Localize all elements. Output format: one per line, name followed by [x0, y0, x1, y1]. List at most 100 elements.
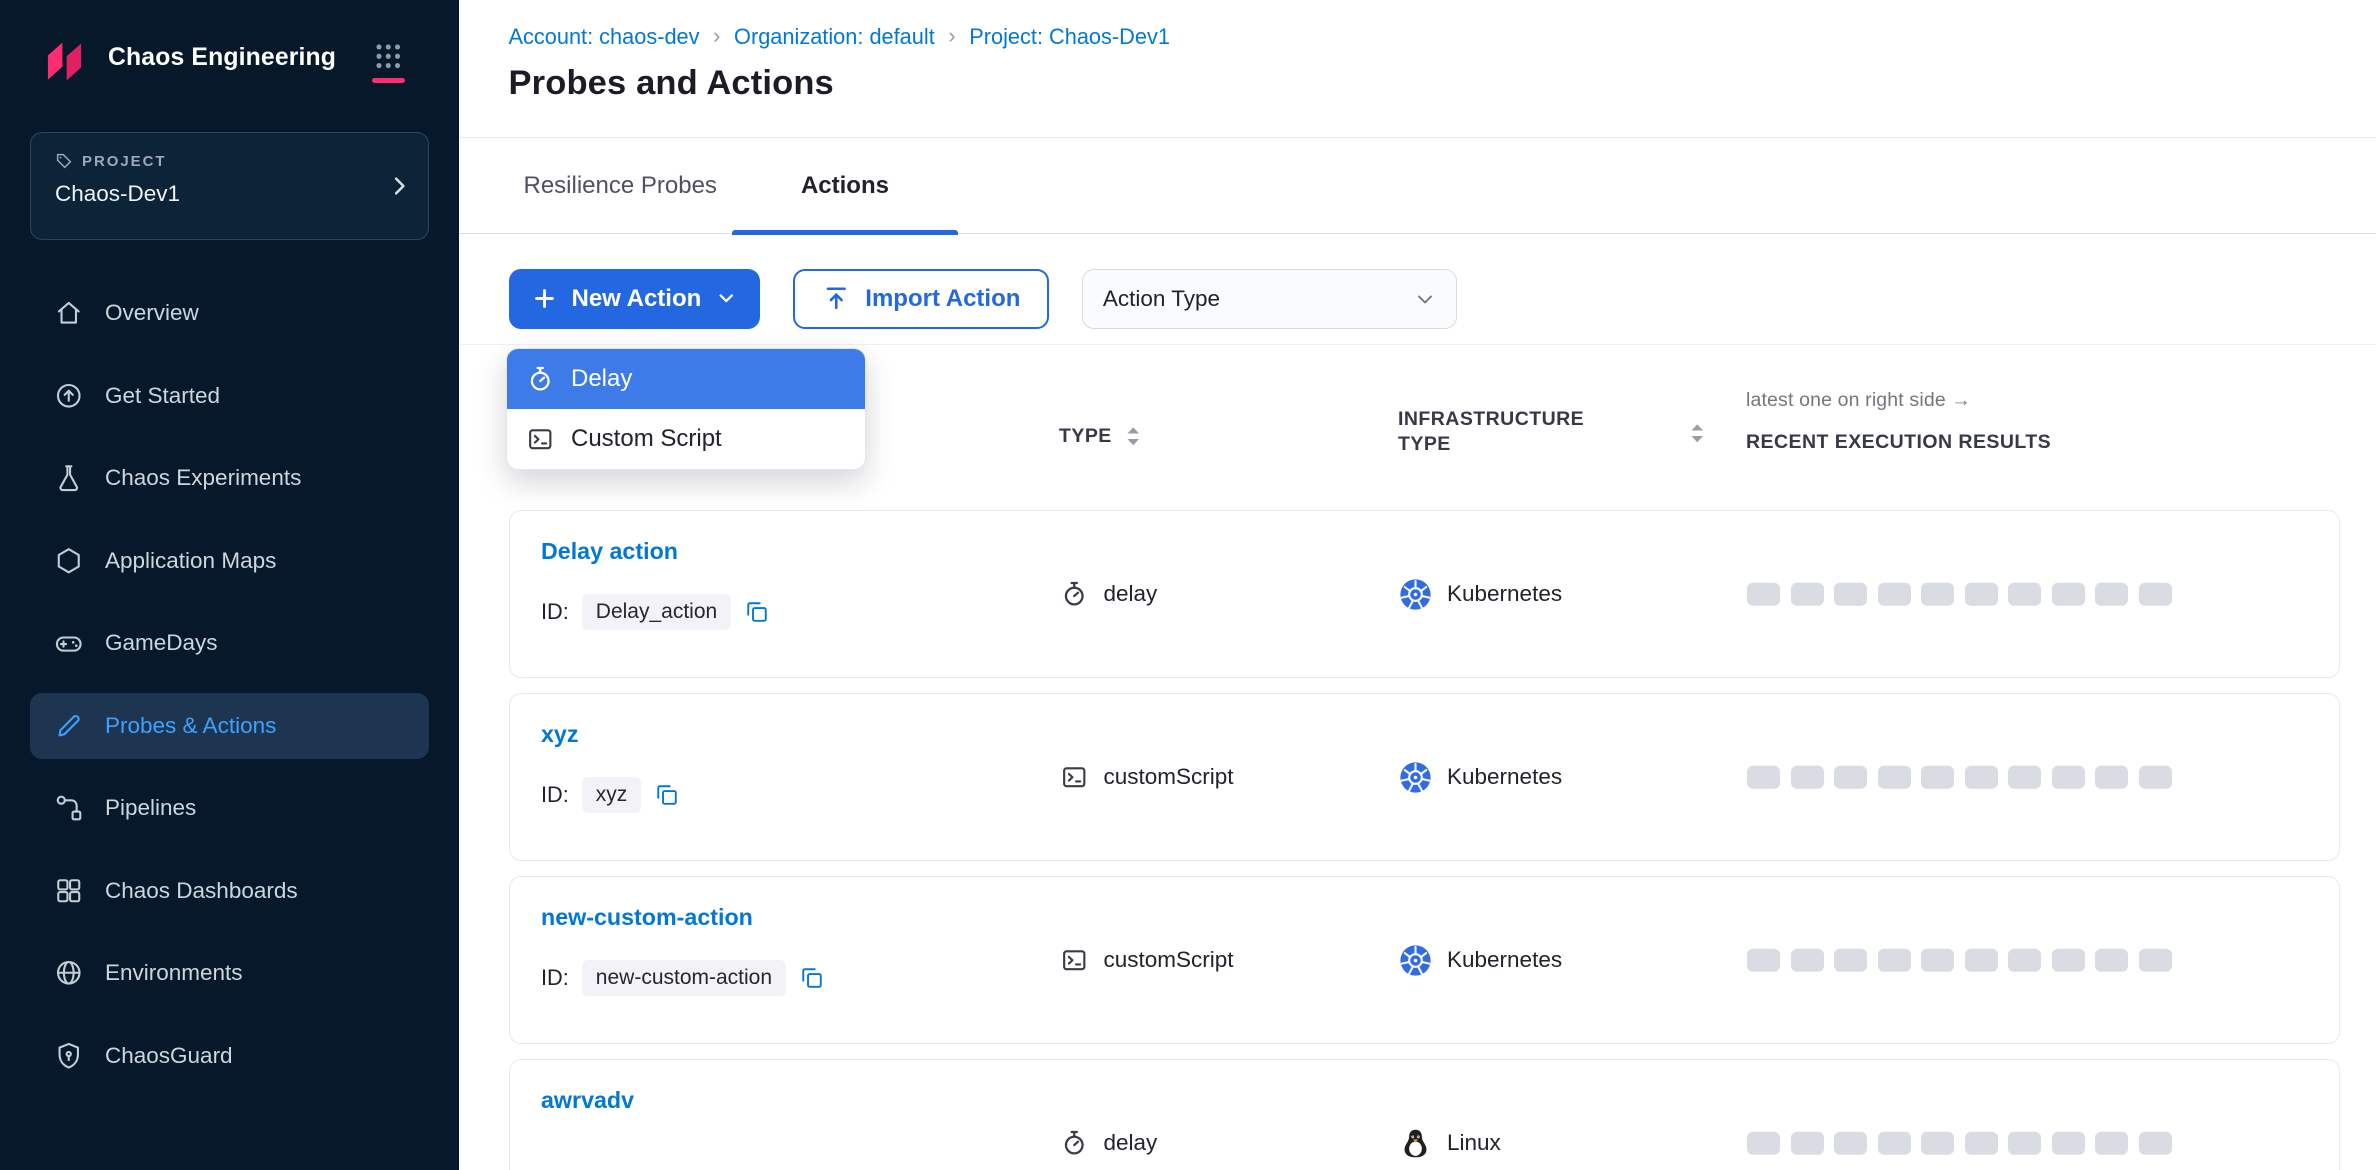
- breadcrumb-project-link[interactable]: Project: Chaos-Dev1: [969, 24, 1170, 50]
- copy-icon[interactable]: [654, 782, 680, 808]
- column-header-label: TYPE: [1059, 425, 1112, 448]
- menu-item-label: Delay: [571, 365, 632, 393]
- chevron-down-icon: [715, 287, 738, 310]
- execution-result-placeholder: [1878, 1132, 1911, 1155]
- id-chip: new-custom-action: [582, 960, 785, 996]
- copy-icon[interactable]: [799, 965, 825, 991]
- execution-result-placeholder: [2008, 766, 2041, 789]
- hexagon-icon: [53, 545, 86, 577]
- sidebar-item-chaos-experiments[interactable]: Chaos Experiments: [30, 445, 429, 511]
- menu-item-delay[interactable]: Delay: [507, 349, 865, 409]
- execution-result-placeholder: [1747, 949, 1780, 972]
- execution-result-placeholder: [2139, 949, 2172, 972]
- sidebar-item-gamedays[interactable]: GameDays: [30, 610, 429, 676]
- copy-icon[interactable]: [744, 599, 770, 625]
- execution-result-placeholder: [1921, 1132, 1954, 1155]
- new-action-button[interactable]: New Action: [509, 269, 760, 329]
- recent-execution-placeholders: [1747, 949, 2172, 972]
- sidebar-item-environments[interactable]: Environments: [30, 940, 429, 1006]
- type-cell: customScript: [1060, 694, 1234, 860]
- sidebar-item-label: Chaos Dashboards: [105, 878, 298, 904]
- flask-icon: [53, 462, 86, 494]
- infrastructure-value: Kubernetes: [1447, 581, 1562, 607]
- sidebar-item-chaos-dashboards[interactable]: Chaos Dashboards: [30, 858, 429, 924]
- id-chip: Delay_action: [582, 594, 730, 630]
- sidebar-item-label: Environments: [105, 960, 243, 986]
- sidebar-item-label: Chaos Experiments: [105, 465, 301, 491]
- execution-result-placeholder: [2008, 1132, 2041, 1155]
- action-type-select[interactable]: Action Type: [1082, 269, 1457, 329]
- action-type-selected-value: Action Type: [1103, 286, 1220, 312]
- execution-result-placeholder: [2095, 583, 2128, 606]
- execution-result-placeholder: [2052, 583, 2085, 606]
- recent-results-hint: latest one on right side →: [1746, 389, 1971, 412]
- sidebar-item-overview[interactable]: Overview: [30, 280, 429, 346]
- project-selector[interactable]: PROJECT Chaos-Dev1: [30, 132, 429, 240]
- execution-result-placeholder: [1878, 949, 1911, 972]
- breadcrumb-organization-link[interactable]: Organization: default: [734, 24, 935, 50]
- menu-item-label: Custom Script: [571, 425, 722, 453]
- id-label: ID:: [541, 782, 569, 808]
- execution-result-placeholder: [2008, 949, 2041, 972]
- sidebar-item-application-maps[interactable]: Application Maps: [30, 528, 429, 594]
- sort-icon[interactable]: [1125, 425, 1142, 448]
- timer-icon: [1060, 1129, 1089, 1158]
- sidebar-item-chaosguard[interactable]: ChaosGuard: [30, 1023, 429, 1089]
- type-cell: customScript: [1060, 877, 1234, 1043]
- new-action-label: New Action: [572, 285, 702, 313]
- sidebar-item-label: ChaosGuard: [105, 1043, 233, 1069]
- execution-result-placeholder: [2095, 949, 2128, 972]
- infrastructure-value: Kubernetes: [1447, 764, 1562, 790]
- execution-result-placeholder: [2052, 1132, 2085, 1155]
- execution-result-placeholder: [1965, 583, 1998, 606]
- action-name-link[interactable]: new-custom-action: [541, 904, 753, 931]
- sort-icon[interactable]: [1689, 422, 1706, 445]
- infrastructure-cell: Kubernetes: [1399, 694, 1562, 860]
- grid-dots-icon: [374, 42, 403, 71]
- module-switcher-button[interactable]: [372, 42, 405, 83]
- type-value: customScript: [1104, 764, 1234, 790]
- column-header-type: TYPE: [1059, 425, 1142, 448]
- execution-result-placeholder: [2095, 1132, 2128, 1155]
- type-value: delay: [1104, 1130, 1158, 1156]
- brand-row: Chaos Engineering: [0, 0, 459, 93]
- id-chip: xyz: [582, 777, 641, 813]
- sidebar-item-get-started[interactable]: Get Started: [30, 363, 429, 429]
- import-action-label: Import Action: [865, 285, 1020, 313]
- column-header-infrastructure-type: INFRASTRUCTURE TYPE: [1398, 407, 1584, 458]
- recent-execution-placeholders: [1747, 1132, 2172, 1155]
- action-name-link[interactable]: Delay action: [541, 538, 678, 565]
- id-label: ID:: [541, 965, 569, 991]
- home-icon: [53, 297, 86, 329]
- tab-bar: Resilience Probes Actions: [459, 138, 2376, 234]
- table-row: xyz ID: xyz customScript Kubernetes: [509, 693, 2341, 861]
- execution-result-placeholder: [1834, 766, 1867, 789]
- recent-execution-placeholders: [1747, 583, 2172, 606]
- sidebar-item-label: Overview: [105, 300, 199, 326]
- action-name-link[interactable]: xyz: [541, 721, 579, 748]
- breadcrumb-separator-icon: ›: [713, 23, 721, 49]
- type-value: customScript: [1104, 947, 1234, 973]
- page-title: Probes and Actions: [509, 64, 2376, 103]
- sidebar-item-probes-actions[interactable]: Probes & Actions: [30, 693, 429, 759]
- execution-result-placeholder: [1791, 1132, 1824, 1155]
- menu-item-custom-script[interactable]: Custom Script: [507, 409, 865, 469]
- execution-result-placeholder: [1747, 766, 1780, 789]
- actions-table: Delay action ID: Delay_action delay Kube…: [459, 510, 2376, 1170]
- sidebar-item-label: Get Started: [105, 383, 220, 409]
- sidebar-item-pipelines[interactable]: Pipelines: [30, 775, 429, 841]
- column-header-label: INFRASTRUCTURE: [1398, 407, 1584, 433]
- tab-resilience-probes[interactable]: Resilience Probes: [509, 138, 732, 233]
- kubernetes-icon: [1399, 761, 1432, 794]
- action-name-link[interactable]: awrvadv: [541, 1087, 634, 1114]
- breadcrumb-account-link[interactable]: Account: chaos-dev: [509, 24, 700, 50]
- sidebar: Chaos Engineering PROJECT Chaos-Dev1 Ove…: [0, 0, 459, 1170]
- launch-icon: [53, 380, 86, 412]
- execution-result-placeholder: [1834, 949, 1867, 972]
- timer-icon: [1060, 580, 1089, 609]
- infrastructure-cell: Kubernetes: [1399, 511, 1562, 677]
- tab-actions[interactable]: Actions: [732, 138, 958, 233]
- timer-icon: [526, 365, 555, 394]
- action-id-row: ID: Delay_action: [541, 594, 770, 630]
- import-action-button[interactable]: Import Action: [793, 269, 1050, 329]
